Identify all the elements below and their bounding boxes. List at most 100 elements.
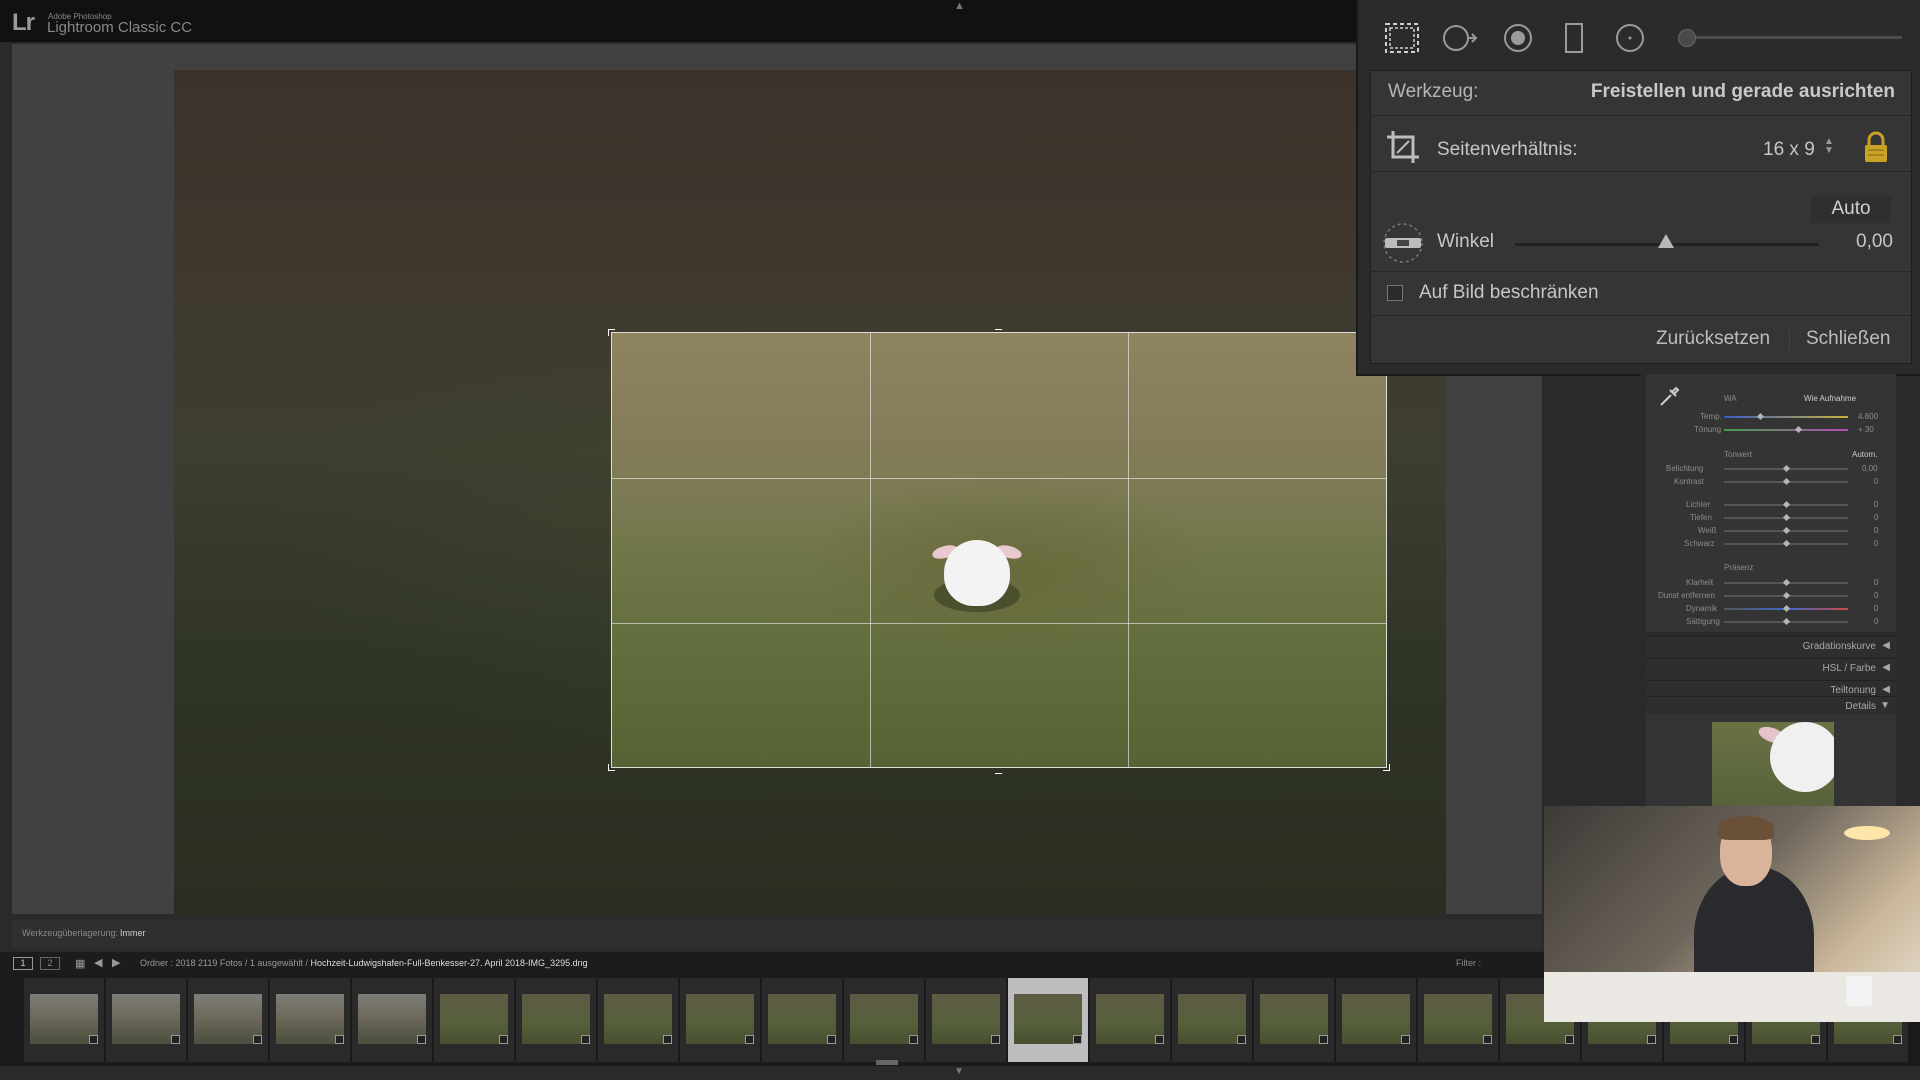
white-balance-picker-icon[interactable] [1658, 386, 1680, 408]
edited-badge-icon [1893, 1035, 1902, 1044]
temp-slider-handle[interactable] [1756, 412, 1765, 421]
straighten-level-icon[interactable] [1381, 221, 1425, 265]
edited-badge-icon [1811, 1035, 1820, 1044]
exposure-slider-handle[interactable] [1782, 464, 1791, 473]
contrast-slider-handle[interactable] [1782, 477, 1791, 486]
blacks-value[interactable]: 0 [1874, 539, 1878, 548]
edited-badge-icon [1729, 1035, 1738, 1044]
filmstrip-thumbnail[interactable] [434, 978, 514, 1062]
tint-slider[interactable] [1724, 429, 1848, 431]
nav-back-icon[interactable]: ◀ [94, 956, 102, 969]
aspect-ratio-stepper-icon[interactable]: ▲ ▼ [1824, 137, 1834, 156]
thumbnail-image [30, 994, 98, 1044]
wb-select[interactable]: Wie Aufnahme [1804, 394, 1856, 403]
constrain-to-image-checkbox[interactable] [1387, 285, 1403, 301]
tone-curve-section-header[interactable]: Gradationskurve ◀ [1646, 636, 1896, 657]
filmstrip-thumbnail[interactable] [352, 978, 432, 1062]
close-button[interactable]: Schließen [1806, 328, 1891, 350]
filmstrip-thumbnail[interactable] [516, 978, 596, 1062]
shadows-value[interactable]: 0 [1874, 513, 1878, 522]
filmstrip-thumbnail[interactable] [762, 978, 842, 1062]
aspect-ratio-select[interactable]: 16 x 9 [1763, 139, 1815, 161]
filmstrip-resize-handle[interactable] [876, 1060, 898, 1065]
tool-label: Werkzeug: [1388, 81, 1479, 102]
whites-value[interactable]: 0 [1874, 526, 1878, 535]
angle-value[interactable]: 0,00 [1856, 231, 1893, 253]
vibrance-value[interactable]: 0 [1874, 604, 1878, 613]
filmstrip-thumbnail[interactable] [680, 978, 760, 1062]
exposure-value[interactable]: 0,00 [1862, 464, 1878, 473]
crop-frame-icon[interactable] [1385, 129, 1421, 165]
saturation-value[interactable]: 0 [1874, 617, 1878, 626]
primary-window-button[interactable]: 1 [13, 957, 33, 970]
crop-handle-top[interactable] [995, 329, 1002, 336]
filmstrip-thumbnail[interactable] [1418, 978, 1498, 1062]
filmstrip-thumbnail[interactable] [1336, 978, 1416, 1062]
dehaze-slider-handle[interactable] [1782, 591, 1791, 600]
crop-handle-bottom[interactable] [995, 767, 1002, 774]
lamb [1770, 722, 1834, 792]
tint-value[interactable]: + 30 [1858, 425, 1874, 434]
vibrance-label: Dynamik [1686, 604, 1718, 613]
aspect-lock-icon[interactable] [1863, 131, 1889, 163]
graduated-filter-tool-icon[interactable] [1556, 22, 1592, 54]
filmstrip-thumbnail[interactable] [188, 978, 268, 1062]
shadows-slider-handle[interactable] [1782, 513, 1791, 522]
highlights-value[interactable]: 0 [1874, 500, 1878, 509]
tone-auto-button[interactable]: Autom. [1852, 450, 1877, 459]
clarity-value[interactable]: 0 [1874, 578, 1878, 587]
hsl-section-header[interactable]: HSL / Farbe ◀ [1646, 658, 1896, 679]
highlights-slider-handle[interactable] [1782, 500, 1791, 509]
thumbnail-image [522, 994, 590, 1044]
filmstrip-thumbnail[interactable] [926, 978, 1006, 1062]
temp-label: Temp. [1700, 412, 1722, 421]
crop-handle-bottom-left[interactable] [608, 764, 615, 771]
dehaze-value[interactable]: 0 [1874, 591, 1878, 600]
vibrance-slider-handle[interactable] [1782, 604, 1791, 613]
angle-slider-handle[interactable] [1658, 234, 1674, 248]
clarity-label: Klarheit [1686, 578, 1714, 587]
crop-overlay-tool-icon[interactable] [1384, 22, 1420, 54]
filmstrip-thumbnail[interactable] [1254, 978, 1334, 1062]
collapse-bottom-panel-icon[interactable]: ▼ [954, 1066, 964, 1077]
detail-preview[interactable] [1712, 722, 1834, 814]
nav-forward-icon[interactable]: ▶ [112, 956, 120, 969]
filmstrip-thumbnail[interactable] [598, 978, 678, 1062]
crop-rectangle[interactable] [611, 332, 1387, 768]
red-eye-tool-icon[interactable] [1500, 22, 1536, 54]
tool-overlay-select[interactable]: Immer [120, 928, 146, 938]
filmstrip-thumbnail[interactable] [844, 978, 924, 1062]
collapse-top-panel-icon[interactable]: ▲ [954, 0, 965, 12]
whites-slider-handle[interactable] [1782, 526, 1791, 535]
photo-preview[interactable]: ⤧ [174, 70, 1451, 916]
auto-straighten-button[interactable]: Auto [1811, 195, 1891, 223]
thumbnail-image [932, 994, 1000, 1044]
clarity-slider-handle[interactable] [1782, 578, 1791, 587]
spot-removal-tool-icon[interactable] [1442, 22, 1478, 54]
filmstrip-thumbnail-selected[interactable] [1008, 978, 1088, 1062]
tint-label: Tönung [1694, 425, 1722, 434]
reset-button[interactable]: Zurücksetzen [1656, 328, 1770, 350]
filmstrip-thumbnail[interactable] [24, 978, 104, 1062]
filmstrip-thumbnail[interactable] [106, 978, 186, 1062]
crop-handle-bottom-right[interactable] [1383, 764, 1390, 771]
filmstrip-thumbnail[interactable] [1172, 978, 1252, 1062]
source-breadcrumb[interactable]: Ordner : 2018 2119 Fotos / 1 ausgewählt … [140, 958, 588, 968]
edited-badge-icon [1401, 1035, 1410, 1044]
temp-slider[interactable] [1724, 416, 1848, 418]
brush-slider-handle[interactable] [1678, 29, 1696, 47]
tint-slider-handle[interactable] [1794, 425, 1803, 434]
saturation-slider-handle[interactable] [1782, 617, 1791, 626]
brush-slider-track[interactable] [1688, 36, 1902, 39]
blacks-slider-handle[interactable] [1782, 539, 1791, 548]
contrast-value[interactable]: 0 [1874, 477, 1878, 486]
radial-filter-tool-icon[interactable] [1612, 22, 1648, 54]
grid-view-icon[interactable]: ▦ [75, 957, 85, 970]
crop-handle-top-left[interactable] [608, 329, 615, 336]
filmstrip-thumbnail[interactable] [1090, 978, 1170, 1062]
constrain-to-image-label[interactable]: Auf Bild beschränken [1419, 282, 1599, 304]
temp-value[interactable]: 4.800 [1858, 412, 1878, 421]
secondary-window-button[interactable]: 2 [40, 957, 60, 970]
filter-label[interactable]: Filter : [1456, 958, 1481, 968]
filmstrip-thumbnail[interactable] [270, 978, 350, 1062]
